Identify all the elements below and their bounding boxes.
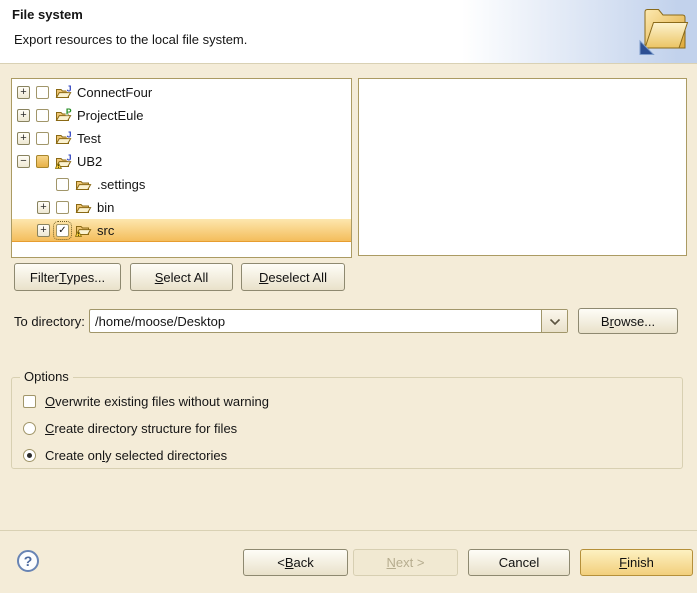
tree-item-ub2[interactable]: − J UB2	[12, 150, 351, 173]
expander-icon[interactable]: +	[37, 201, 50, 214]
create-structure-radio[interactable]	[23, 422, 36, 435]
options-group: Options Overwrite existing files without…	[11, 377, 683, 469]
expander-icon[interactable]: +	[17, 109, 30, 122]
footer-divider	[0, 530, 697, 531]
button-label: N	[387, 555, 396, 570]
filter-types-button[interactable]: Filter Types...	[14, 263, 121, 291]
item-checkbox[interactable]	[56, 178, 69, 191]
tree-item-bin[interactable]: + bin	[12, 196, 351, 219]
to-directory-input[interactable]: /home/moose/Desktop	[90, 310, 541, 332]
next-button: Next >	[353, 549, 458, 576]
expander-icon[interactable]: +	[17, 132, 30, 145]
svg-text:J: J	[67, 154, 72, 163]
tree-item-settings[interactable]: .settings	[12, 173, 351, 196]
finish-button[interactable]: Finish	[580, 549, 693, 576]
item-label: Test	[77, 131, 101, 146]
page-description: Export resources to the local file syste…	[14, 32, 247, 47]
button-label: eselect All	[268, 270, 327, 285]
export-folder-icon	[637, 2, 693, 60]
svg-text:P: P	[66, 108, 72, 117]
overwrite-option[interactable]: Overwrite existing files without warning	[23, 393, 269, 409]
button-label: Filter	[30, 270, 59, 285]
tree-item-connectfour[interactable]: + J ConnectFour	[12, 81, 351, 104]
project-folder-icon: P	[55, 108, 72, 124]
button-label: F	[619, 555, 627, 570]
java-project-folder-icon: J	[55, 131, 72, 147]
button-label: <	[277, 555, 285, 570]
overwrite-checkbox[interactable]	[23, 395, 36, 408]
create-selected-option[interactable]: Create only selected directories	[23, 447, 227, 463]
resource-tree[interactable]: + J ConnectFour + P ProjectEule + J Test − J UB…	[11, 78, 352, 258]
item-label: src	[97, 223, 114, 238]
button-label: S	[155, 270, 164, 285]
item-checkbox[interactable]	[36, 109, 49, 122]
to-directory-label: To directory:	[14, 314, 85, 329]
svg-text:J: J	[67, 131, 72, 140]
wizard-header: File system Export resources to the loca…	[0, 0, 697, 64]
button-label: owse...	[614, 314, 655, 329]
item-checkbox[interactable]	[36, 86, 49, 99]
file-list-panel[interactable]	[358, 78, 687, 256]
combo-dropdown-button[interactable]	[541, 310, 567, 332]
to-directory-combo[interactable]: /home/moose/Desktop	[89, 309, 568, 333]
item-label: ProjectEule	[77, 108, 143, 123]
button-label: elect All	[163, 270, 208, 285]
button-label: ypes...	[67, 270, 105, 285]
button-label: T	[59, 270, 67, 285]
button-label: Cancel	[499, 555, 539, 570]
button-label: B	[285, 555, 294, 570]
deselect-all-button[interactable]: Deselect All	[241, 263, 345, 291]
create-structure-option[interactable]: Create directory structure for files	[23, 420, 237, 436]
question-icon: ?	[24, 553, 33, 569]
create-selected-radio[interactable]	[23, 449, 36, 462]
folder-icon	[75, 222, 92, 238]
expander-icon[interactable]: +	[17, 86, 30, 99]
item-checkbox[interactable]	[36, 155, 49, 168]
item-label: .settings	[97, 177, 145, 192]
expander-icon[interactable]: −	[17, 155, 30, 168]
button-label: D	[259, 270, 268, 285]
item-label: UB2	[77, 154, 102, 169]
item-label: ConnectFour	[77, 85, 152, 100]
button-label: ext >	[396, 555, 425, 570]
options-title: Options	[20, 369, 73, 384]
button-label: inish	[627, 555, 654, 570]
page-title: File system	[12, 7, 83, 22]
folder-icon	[75, 200, 92, 216]
java-project-folder-icon: J	[55, 85, 72, 101]
tree-item-test[interactable]: + J Test	[12, 127, 351, 150]
chevron-down-icon	[549, 314, 561, 329]
export-wizard-dialog: File system Export resources to the loca…	[0, 0, 697, 593]
create-selected-label: Create only selected directories	[45, 448, 227, 463]
help-button[interactable]: ?	[17, 550, 39, 572]
item-label: bin	[97, 200, 114, 215]
button-label: B	[601, 314, 610, 329]
expander-icon[interactable]: +	[37, 224, 50, 237]
button-label: ack	[294, 555, 314, 570]
item-checkbox[interactable]	[36, 132, 49, 145]
java-project-folder-icon: J	[55, 154, 72, 170]
item-checkbox[interactable]	[56, 201, 69, 214]
select-all-button[interactable]: Select All	[130, 263, 233, 291]
create-structure-label: Create directory structure for files	[45, 421, 237, 436]
folder-icon	[75, 177, 92, 193]
svg-text:J: J	[67, 85, 72, 94]
overwrite-label: Overwrite existing files without warning	[45, 394, 269, 409]
tree-item-projecteule[interactable]: + P ProjectEule	[12, 104, 351, 127]
tree-item-src[interactable]: + ✓ src	[12, 219, 351, 242]
back-button[interactable]: < Back	[243, 549, 348, 576]
cancel-button[interactable]: Cancel	[468, 549, 570, 576]
item-checkbox[interactable]: ✓	[56, 224, 69, 237]
browse-button[interactable]: Browse...	[578, 308, 678, 334]
